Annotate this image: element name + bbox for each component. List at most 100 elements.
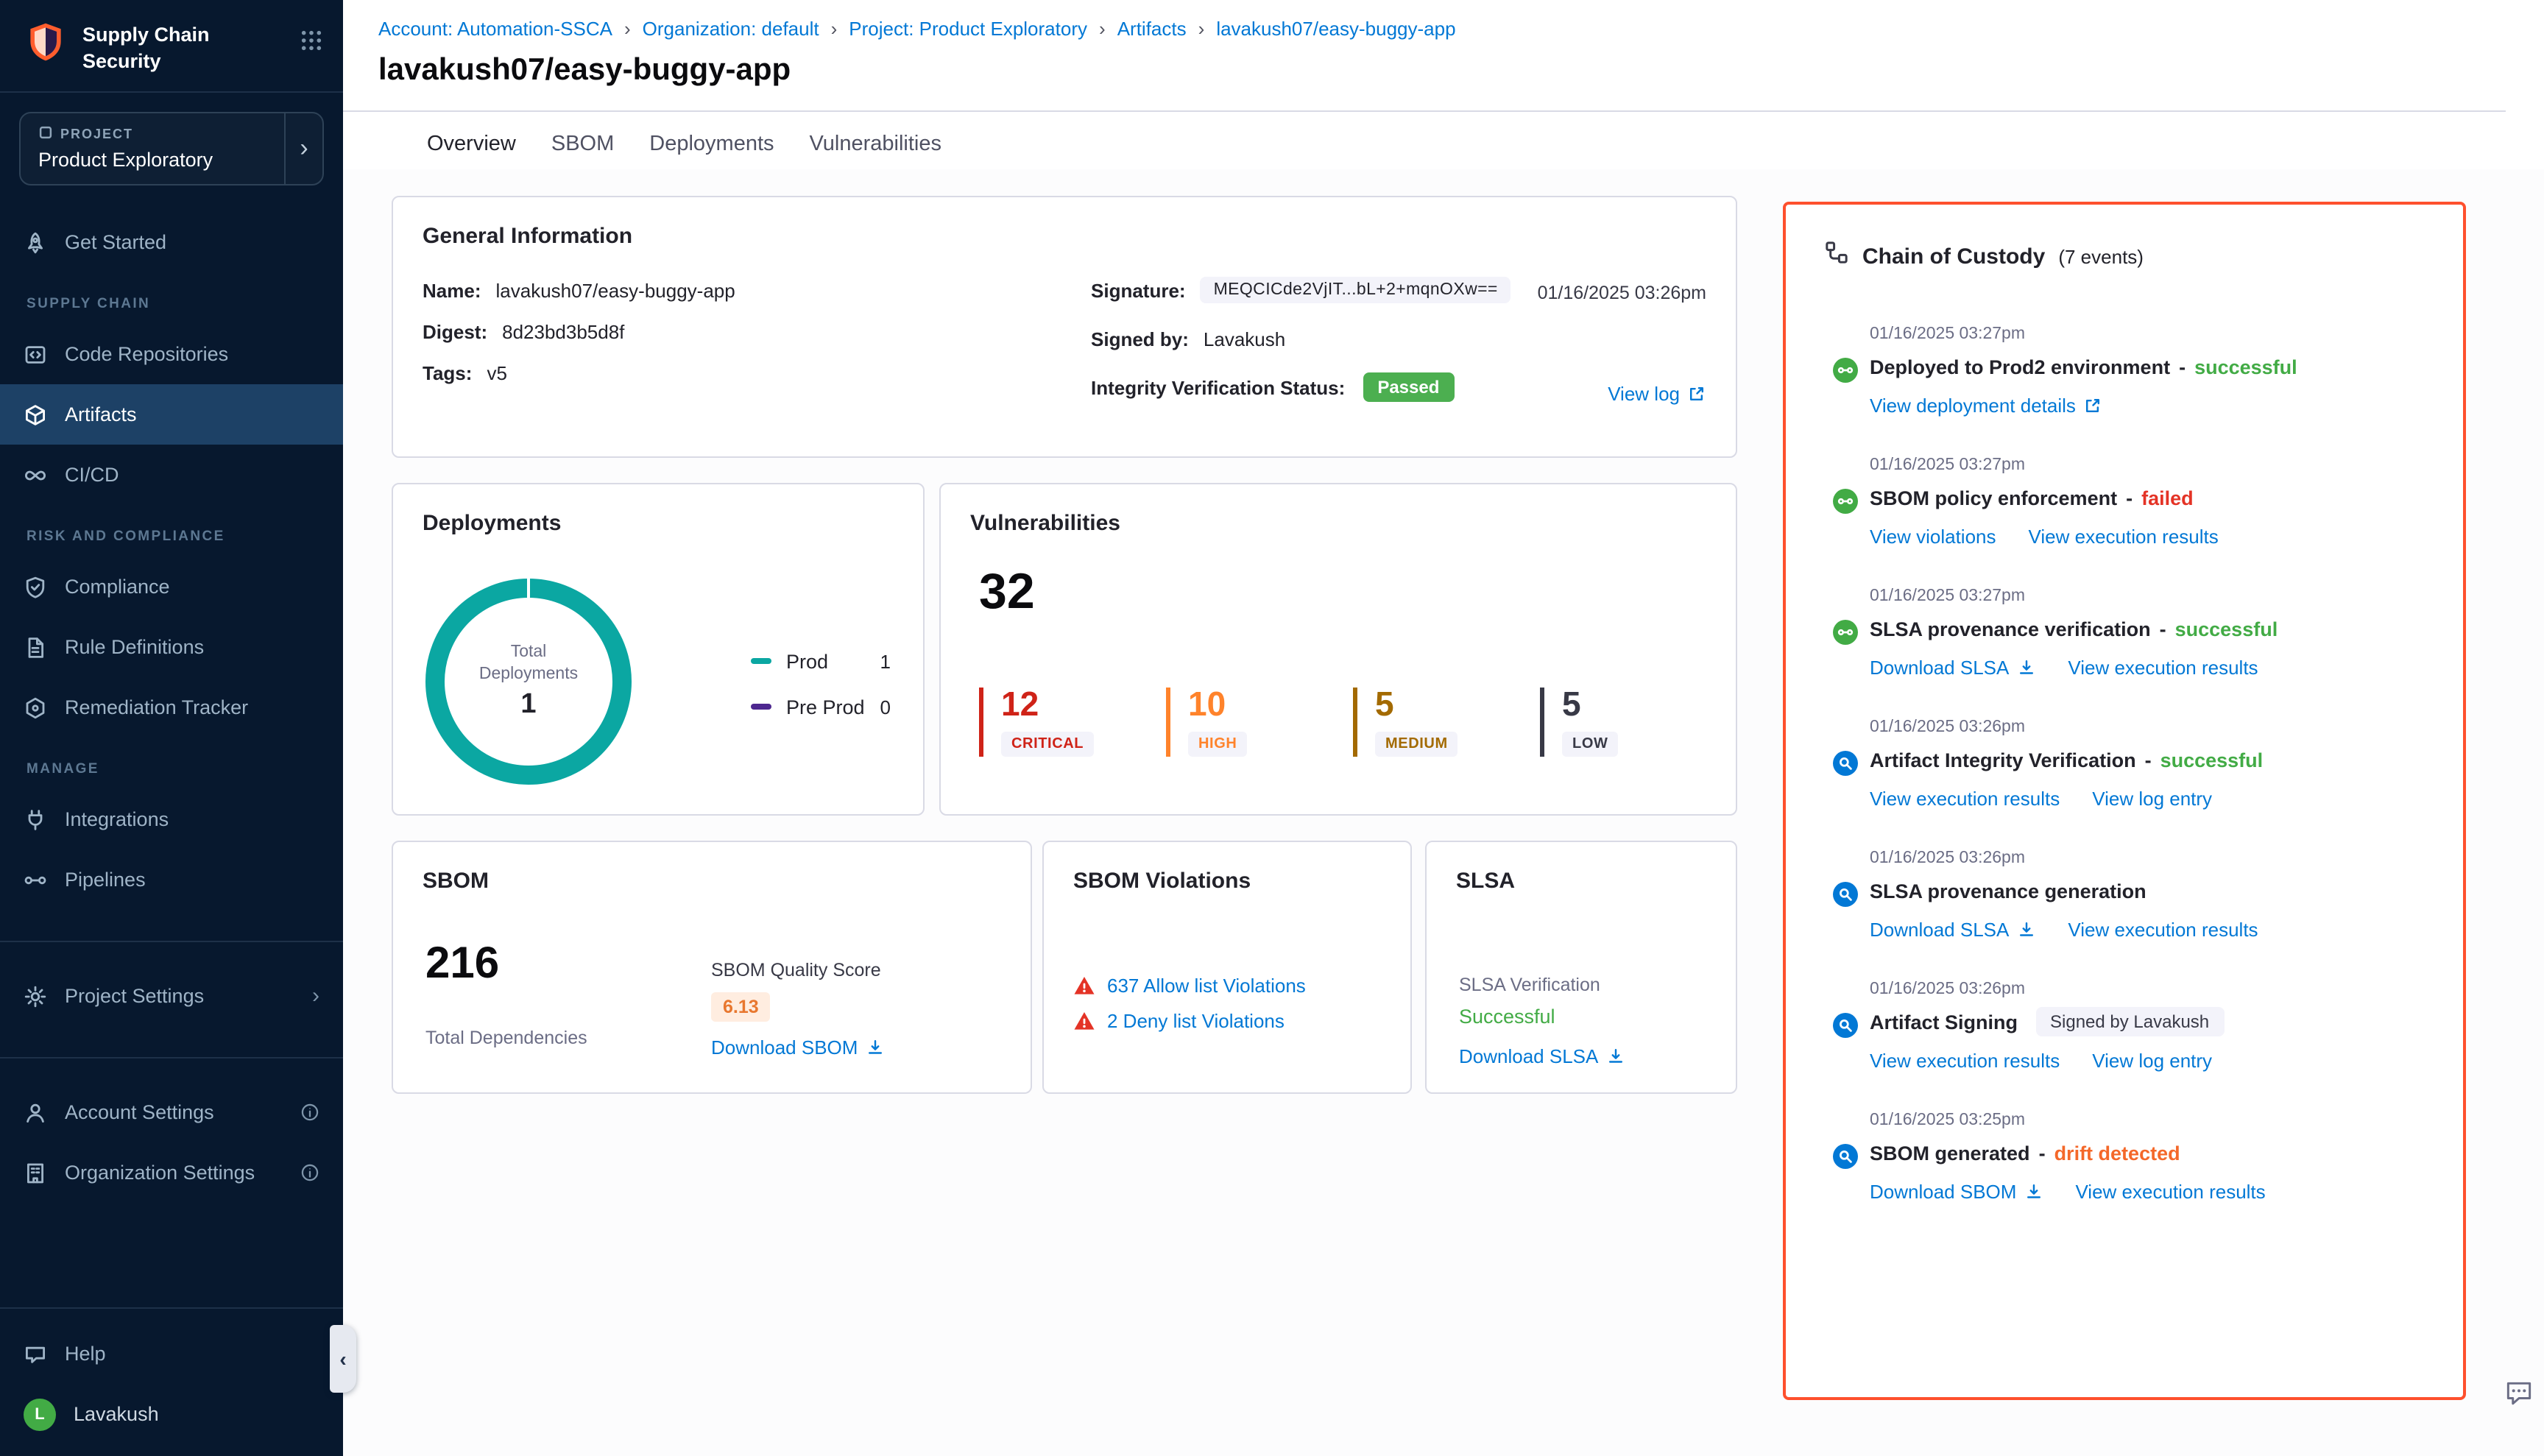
severity-critical: 12CRITICAL [979,688,1166,757]
sidebar-item-label: Artifacts [65,403,137,425]
sidebar-item-organization-settings[interactable]: Organization Settings [0,1142,343,1203]
event-status-separator: - [2179,356,2186,378]
download-sbom-link[interactable]: Download SBOM [711,1036,884,1059]
event-link-view-violations[interactable]: View violations [1870,526,1996,548]
name-label: Name: [423,280,481,302]
chain-event: 01/16/2025 03:27pmDeployed to Prod2 envi… [1786,325,2463,417]
gear-icon [24,984,47,1008]
app-title-line1: Supply Chain [82,22,210,48]
breadcrumb-link-account-automation-ssca[interactable]: Account: Automation-SSCA [378,18,612,40]
event-link-view-execution-results[interactable]: View execution results [2075,1181,2265,1203]
tab-overview[interactable]: Overview [427,112,516,178]
chevron-right-icon: › [284,113,322,184]
warning-icon [1073,975,1095,997]
legend-swatch [751,658,771,664]
breadcrumb-link-project-product-exploratory[interactable]: Project: Product Exploratory [849,18,1087,40]
breadcrumb-separator: › [624,18,631,40]
sidebar-item-artifacts[interactable]: Artifacts [0,384,343,445]
severity-count: 5 [1375,688,1540,721]
event-link-view-execution-results[interactable]: View execution results [2029,526,2219,548]
page-content: General Information Name:lavakush07/easy… [343,169,2544,1456]
tab-deployments[interactable]: Deployments [649,112,774,178]
download-slsa-link[interactable]: Download SLSA [1459,1045,1625,1067]
event-link-view-log-entry[interactable]: View log entry [2092,1050,2212,1072]
event-title: Artifact Integrity Verification [1870,749,2136,771]
event-link-view-log-entry[interactable]: View log entry [2092,788,2212,810]
user-menu[interactable]: L Lavakush [0,1384,343,1444]
event-link-download-sbom[interactable]: Download SBOM [1870,1181,2043,1203]
sidebar-item-remediation-tracker[interactable]: Remediation Tracker [0,677,343,738]
violations-list: 637 Allow list Violations 2 Deny list Vio… [1073,975,1390,1045]
sidebar-item-compliance[interactable]: Compliance [0,556,343,617]
event-title-row: SBOM policy enforcement-failed [1870,483,2463,512]
violation-link-2-deny-list-violations[interactable]: 2 Deny list Violations [1107,1010,1285,1032]
event-link-view-execution-results[interactable]: View execution results [2068,657,2258,679]
page-header: Account: Automation-SSCA › Organization: d… [343,0,2506,112]
event-title-row: Artifact Integrity Verification-successf… [1870,745,2463,774]
card-title: Deployments [423,511,894,536]
legend-value: 0 [880,696,891,718]
pipeline-event-icon [1833,358,1858,383]
event-timestamp: 01/16/2025 03:25pm [1870,1112,2463,1129]
sidebar-item-account-settings[interactable]: Account Settings [0,1082,343,1142]
divider [0,941,343,942]
feedback-icon[interactable] [2503,1378,2538,1413]
sidebar: Supply Chain Security PROJECT Product Ex… [0,0,343,1456]
violation-item: 637 Allow list Violations [1073,975,1390,997]
severity-label: HIGH [1188,732,1247,757]
event-title: SLSA provenance verification [1870,618,2151,640]
sbom-card: SBOM 216 Total Dependencies SBOM Quality… [392,841,1032,1094]
tab-sbom[interactable]: SBOM [551,112,614,178]
breadcrumb-link-lavakush07-easy-buggy-app[interactable]: lavakush07/easy-buggy-app [1216,18,1455,40]
building-icon [24,1161,47,1184]
signature-value: MEQCICde2VjIT...bL+2+mqnOXw== [1201,277,1511,303]
tab-vulnerabilities[interactable]: Vulnerabilities [810,112,941,178]
project-selector-value: Product Exploratory [38,149,266,171]
event-links: Download SLSA View execution results [1870,657,2463,679]
event-link-download-slsa[interactable]: Download SLSA [1870,919,2035,941]
sidebar-item-label: Organization Settings [65,1162,255,1184]
card-title: General Information [423,224,1706,249]
sidebar-collapse-handle[interactable]: ‹ [330,1325,356,1393]
severity-low: 5LOW [1540,688,1727,757]
severity-count: 5 [1562,688,1727,721]
sidebar-item-pipelines[interactable]: Pipelines [0,849,343,910]
sidebar-item-integrations[interactable]: Integrations [0,789,343,849]
project-selector[interactable]: PROJECT Product Exploratory › [19,112,324,185]
warning-icon [1073,1010,1095,1032]
sidebar-item-get-started[interactable]: Get Started [0,212,343,272]
artifact-cube-icon [24,403,47,426]
event-status: drift detected [2054,1142,2180,1164]
breadcrumb-link-artifacts[interactable]: Artifacts [1117,18,1187,40]
event-title-row: SLSA provenance generation [1870,876,2463,905]
view-log-link[interactable]: View log [1608,383,1706,405]
sidebar-item-project-settings[interactable]: Project Settings › [0,966,343,1026]
scs-logo-icon [24,21,68,69]
event-title: SBOM policy enforcement [1870,487,2117,509]
legend-label: Pre Prod [786,696,865,718]
chain-event: 01/16/2025 03:27pmSBOM policy enforcemen… [1786,456,2463,548]
event-timeline: 01/16/2025 03:27pmDeployed to Prod2 envi… [1786,272,2463,1203]
legend-label: Prod [786,650,828,672]
scan-event-icon [1833,882,1858,907]
breadcrumb-link-organization-default[interactable]: Organization: default [643,18,819,40]
sidebar-item-ci-cd[interactable]: CI/CD [0,445,343,505]
chain-event: 01/16/2025 03:26pmArtifact SigningSigned… [1786,980,2463,1072]
digest-label: Digest: [423,321,487,343]
event-link-view-deployment-details[interactable]: View deployment details [1870,395,2102,417]
card-title: SBOM Violations [1073,869,1381,894]
module-switcher-icon[interactable] [300,29,322,56]
violation-link-637-allow-list-violations[interactable]: 637 Allow list Violations [1107,975,1306,997]
card-title: Vulnerabilities [970,511,1706,536]
deployments-card: Deployments Total Deployments 1 Prod1Pre… [392,483,925,816]
event-link-view-execution-results[interactable]: View execution results [1870,1050,2060,1072]
general-information-card: General Information Name:lavakush07/easy… [392,196,1737,458]
download-sbom-label: Download SBOM [711,1036,858,1059]
sidebar-item-help[interactable]: Help [0,1324,343,1384]
event-link-view-execution-results[interactable]: View execution results [2068,919,2258,941]
sidebar-item-code-repositories[interactable]: Code Repositories [0,324,343,384]
sidebar-item-rule-definitions[interactable]: Rule Definitions [0,617,343,677]
event-link-view-execution-results[interactable]: View execution results [1870,788,2060,810]
event-link-download-slsa[interactable]: Download SLSA [1870,657,2035,679]
plug-icon [24,807,47,831]
